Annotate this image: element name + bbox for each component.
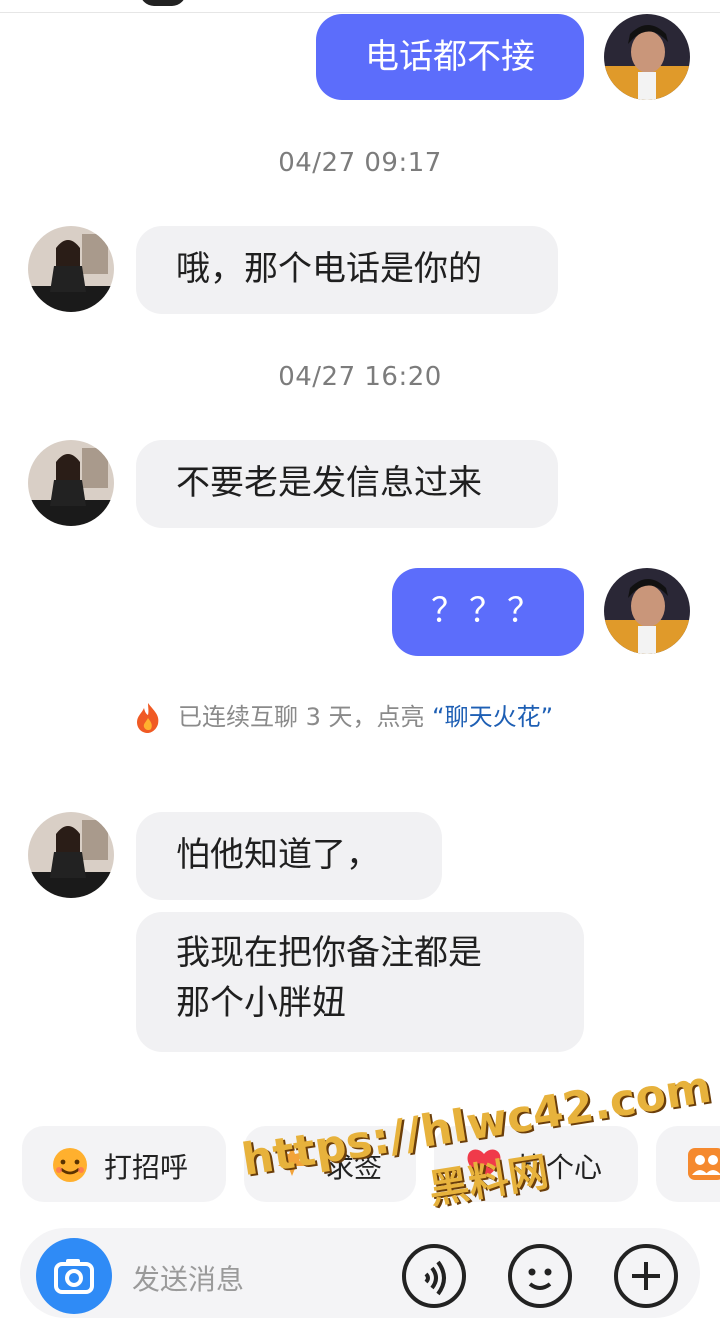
quick-action-greet[interactable]: 打招呼 (22, 1126, 226, 1202)
my-avatar-image (604, 568, 690, 654)
contact-message-bubble[interactable]: 不要老是发信息过来 (136, 440, 558, 528)
heart-icon (467, 1149, 501, 1179)
camera-icon (54, 1259, 94, 1294)
message-text: 不要老是发信息过来 (176, 463, 482, 503)
group-icon (688, 1148, 720, 1180)
my-message-bubble[interactable]: 电话都不接 (316, 14, 584, 100)
camera-notch (140, 0, 186, 6)
flame-icon (137, 703, 159, 733)
my-avatar[interactable] (604, 14, 690, 100)
chip-label: 打招呼 (104, 1151, 189, 1184)
contact-message-bubble[interactable]: 怕他知道了， (136, 812, 442, 900)
my-avatar-image (604, 14, 690, 100)
quick-action-heart[interactable]: 比个心 (434, 1126, 638, 1202)
message-composer (20, 1228, 700, 1318)
message-text: ？？？ (431, 591, 545, 631)
voice-button[interactable] (402, 1244, 466, 1308)
contact-avatar-image (28, 440, 114, 526)
my-avatar[interactable] (604, 568, 690, 654)
contact-message-bubble[interactable]: 哦，那个电话是你的 (136, 226, 558, 314)
message-text: 怕他知道了， (176, 835, 380, 875)
message-text-line2: 那个小胖妞 (176, 983, 346, 1023)
contact-avatar[interactable] (28, 226, 114, 312)
contact-message-bubble[interactable]: 我现在把你备注都是 那个小胖妞 (136, 912, 584, 1052)
emoji-button[interactable] (508, 1244, 572, 1308)
message-text-line1: 我现在把你备注都是 (176, 933, 482, 973)
chat-spark-link[interactable]: “聊天火花” (432, 703, 553, 731)
chat-spark-notice: 已连续互聊 3 天，点亮 “聊天火花” (130, 698, 600, 736)
voice-icon (424, 1260, 446, 1296)
message-text: 哦，那个电话是你的 (176, 249, 482, 289)
spark-text: 已连续互聊 3 天，点亮 (178, 703, 425, 731)
chip-label: 比个心 (518, 1151, 603, 1184)
quick-action-fortune[interactable]: 求签 (244, 1126, 416, 1202)
contact-avatar-image (28, 812, 114, 898)
smile-face-icon (53, 1148, 87, 1182)
message-input[interactable]: 发送消息 (132, 1258, 244, 1298)
quick-action-group[interactable] (656, 1126, 720, 1202)
plus-icon (632, 1262, 660, 1290)
message-text: 电话都不接 (365, 37, 535, 77)
timestamp: 04/27 16:20 (278, 362, 442, 392)
camera-button[interactable] (36, 1238, 112, 1314)
status-bar-edge (0, 0, 720, 13)
contact-avatar[interactable] (28, 440, 114, 526)
my-message-bubble[interactable]: ？？？ (392, 568, 584, 656)
more-button[interactable] (614, 1244, 678, 1308)
timestamp: 04/27 09:17 (278, 148, 442, 178)
fortune-icon (278, 1146, 306, 1176)
chip-label: 求签 (326, 1151, 383, 1184)
contact-avatar[interactable] (28, 812, 114, 898)
contact-avatar-image (28, 226, 114, 312)
emoji-icon (528, 1268, 552, 1290)
